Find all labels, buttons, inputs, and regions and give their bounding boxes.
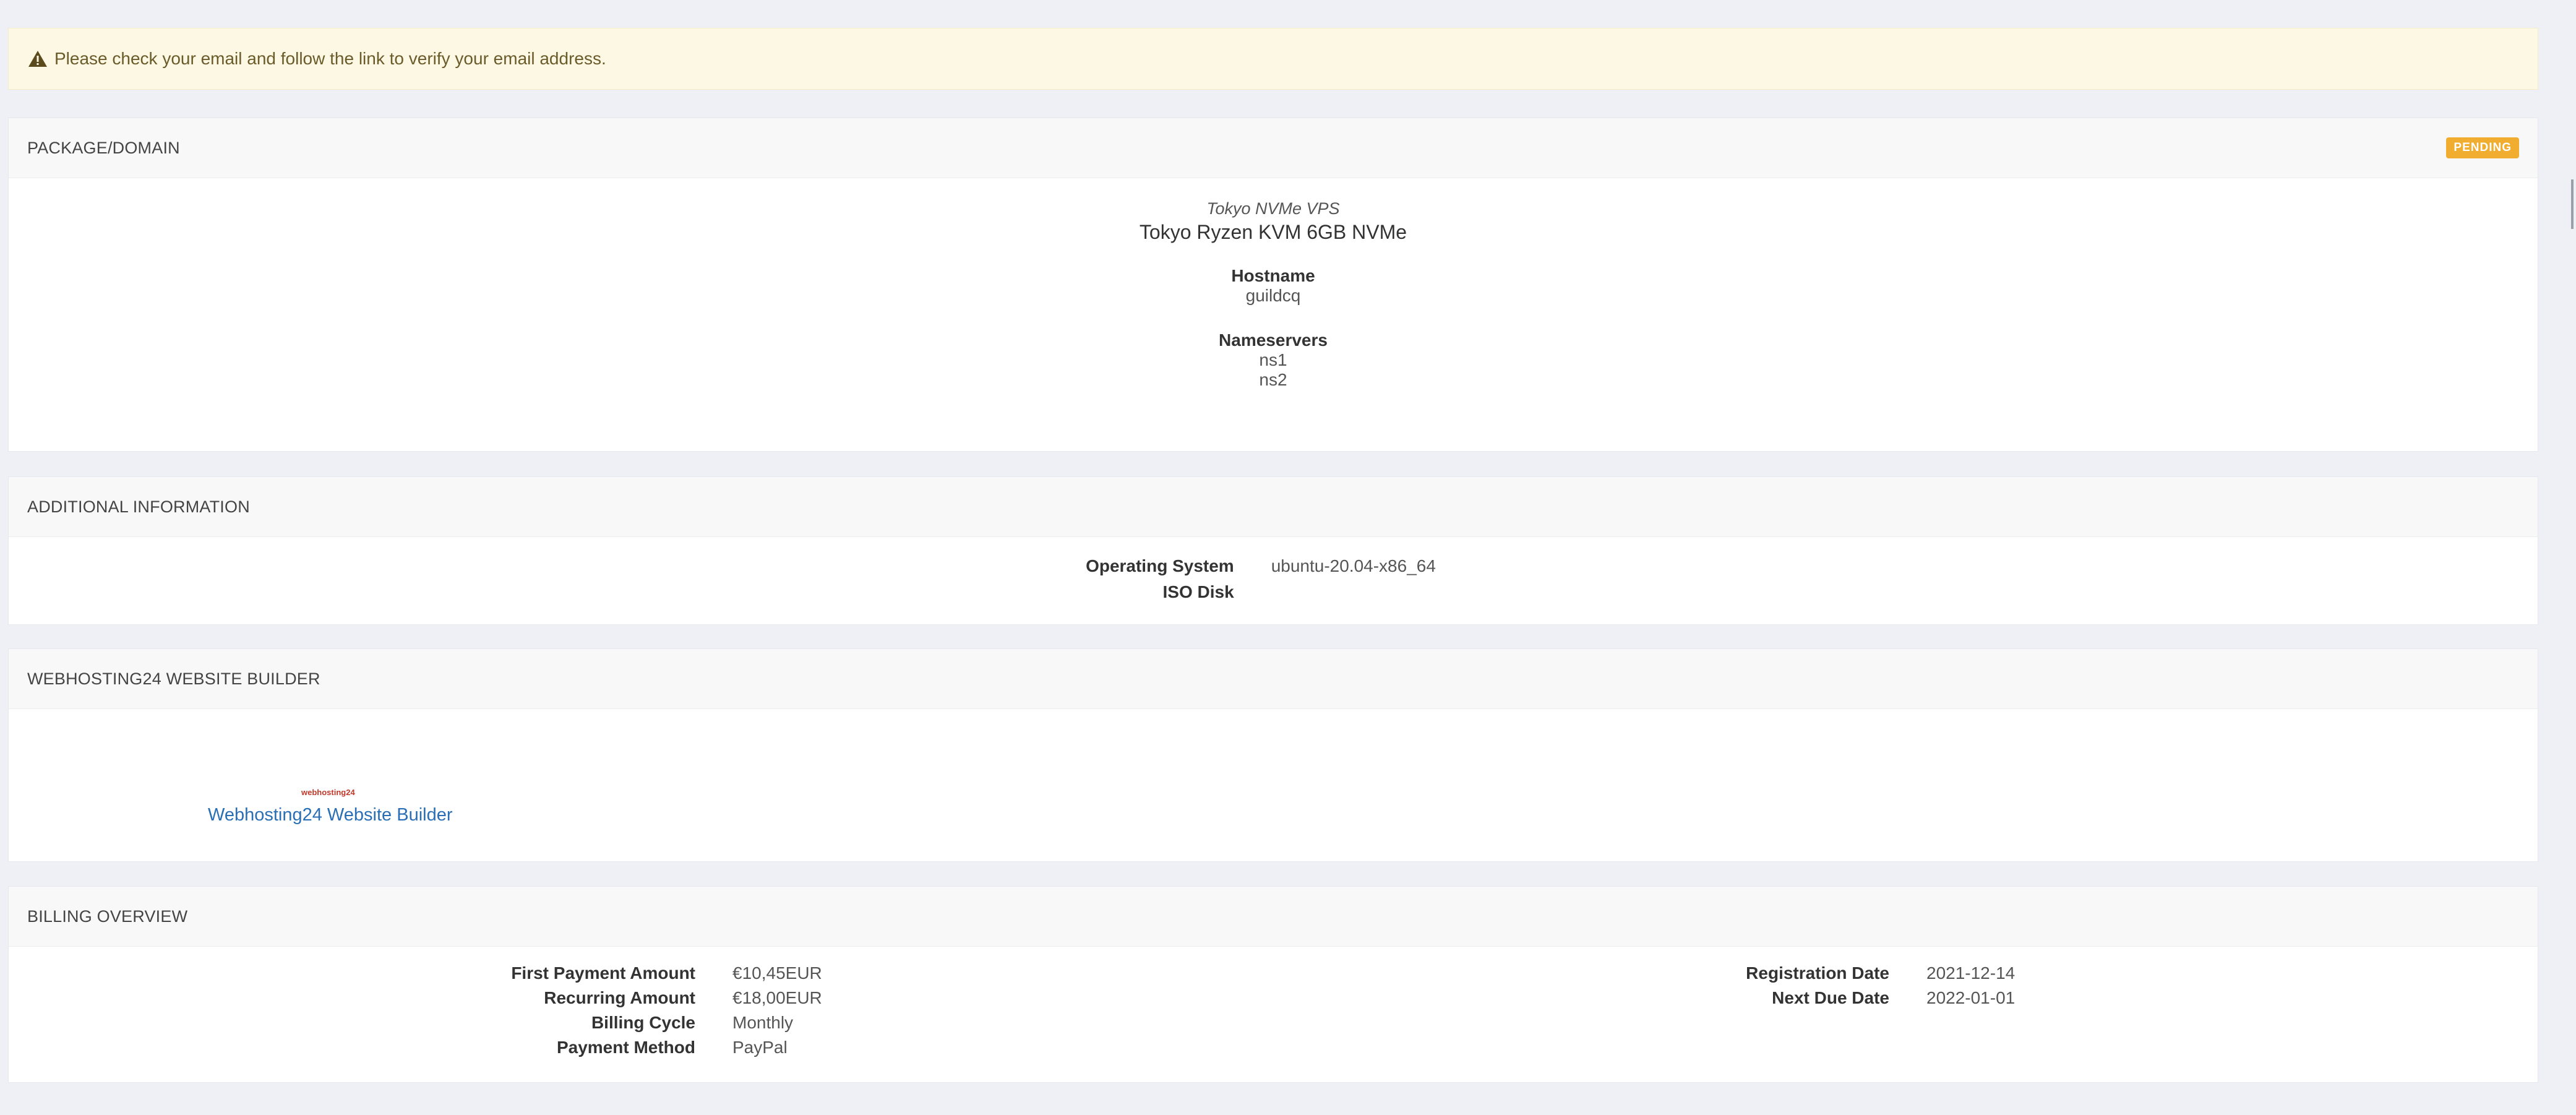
- billing-right-table: Registration Date 2021-12-14 Next Due Da…: [1746, 961, 2112, 1010]
- website-builder-panel: WEBHOSTING24 WEBSITE BUILDER webhosting2…: [8, 648, 2538, 862]
- additional-info-panel: ADDITIONAL INFORMATION Operating System …: [8, 476, 2538, 625]
- warning-icon: [27, 50, 48, 68]
- billing-overview-title: BILLING OVERVIEW: [27, 906, 188, 926]
- iso-row: ISO Disk: [1086, 579, 1436, 605]
- os-row: Operating System ubuntu-20.04-x86_64: [1086, 553, 1436, 579]
- iso-label: ISO Disk: [1162, 582, 1234, 601]
- first-payment-value: €10,45EUR: [732, 963, 822, 983]
- billing-row: First Payment Amount €10,45EUR: [511, 961, 875, 986]
- alert-text: Please check your email and follow the l…: [54, 49, 606, 68]
- package-panel-title: PACKAGE/DOMAIN: [27, 138, 180, 157]
- website-builder-header: WEBHOSTING24 WEBSITE BUILDER: [9, 649, 2538, 709]
- registration-date-label: Registration Date: [1746, 963, 1889, 983]
- recurring-amount-value: €18,00EUR: [732, 988, 822, 1007]
- scrollbar-thumb[interactable]: [2571, 179, 2574, 229]
- os-value: ubuntu-20.04-x86_64: [1271, 556, 1436, 575]
- first-payment-label: First Payment Amount: [511, 963, 695, 983]
- payment-method-value: PayPal: [732, 1038, 788, 1057]
- billing-row: Next Due Date 2022-01-01: [1746, 986, 2112, 1010]
- page: Please check your email and follow the l…: [0, 0, 2576, 1115]
- package-panel: PACKAGE/DOMAIN PENDING Tokyo NVMe VPS To…: [8, 118, 2538, 452]
- product-group: Tokyo NVMe VPS: [1206, 199, 1340, 218]
- next-due-date-label: Next Due Date: [1772, 988, 1889, 1007]
- additional-info-header: ADDITIONAL INFORMATION: [9, 477, 2538, 537]
- website-builder-title: WEBHOSTING24 WEBSITE BUILDER: [27, 669, 320, 688]
- additional-info-title: ADDITIONAL INFORMATION: [27, 497, 250, 516]
- payment-method-label: Payment Method: [556, 1038, 695, 1057]
- package-panel-header: PACKAGE/DOMAIN PENDING: [9, 118, 2538, 178]
- billing-row: Payment Method PayPal: [511, 1035, 875, 1060]
- iso-value: [1271, 579, 1436, 605]
- registration-date-value: 2021-12-14: [1926, 963, 2016, 983]
- billing-overview-header: BILLING OVERVIEW: [9, 887, 2538, 947]
- billing-row: Billing Cycle Monthly: [511, 1010, 875, 1035]
- recurring-amount-label: Recurring Amount: [544, 988, 695, 1007]
- additional-info-table: Operating System ubuntu-20.04-x86_64 ISO…: [1086, 553, 1436, 605]
- billing-cycle-value: Monthly: [732, 1013, 794, 1032]
- billing-overview-panel: BILLING OVERVIEW First Payment Amount €1…: [8, 886, 2538, 1083]
- nameservers-label: Nameservers: [1219, 330, 1328, 350]
- webhosting24-logo: webhosting24: [301, 788, 355, 797]
- status-badge: PENDING: [2446, 137, 2519, 158]
- hostname-label: Hostname: [1231, 266, 1315, 285]
- billing-left-table: First Payment Amount €10,45EUR Recurring…: [511, 961, 875, 1060]
- nameserver-1: ns1: [1259, 350, 1287, 369]
- os-label: Operating System: [1086, 556, 1234, 575]
- hostname-value: guildcq: [1245, 286, 1301, 305]
- verify-email-alert: Please check your email and follow the l…: [8, 28, 2538, 90]
- product-name: Tokyo Ryzen KVM 6GB NVMe: [1139, 221, 1407, 243]
- billing-row: Registration Date 2021-12-14: [1746, 961, 2112, 986]
- nameserver-2: ns2: [1259, 370, 1287, 389]
- billing-row: Recurring Amount €18,00EUR: [511, 986, 875, 1010]
- next-due-date-value: 2022-01-01: [1926, 988, 2016, 1007]
- package-details: Tokyo NVMe VPS Tokyo Ryzen KVM 6GB NVMe …: [9, 199, 2538, 390]
- billing-cycle-label: Billing Cycle: [591, 1013, 695, 1032]
- website-builder-link[interactable]: Webhosting24 Website Builder: [208, 805, 453, 825]
